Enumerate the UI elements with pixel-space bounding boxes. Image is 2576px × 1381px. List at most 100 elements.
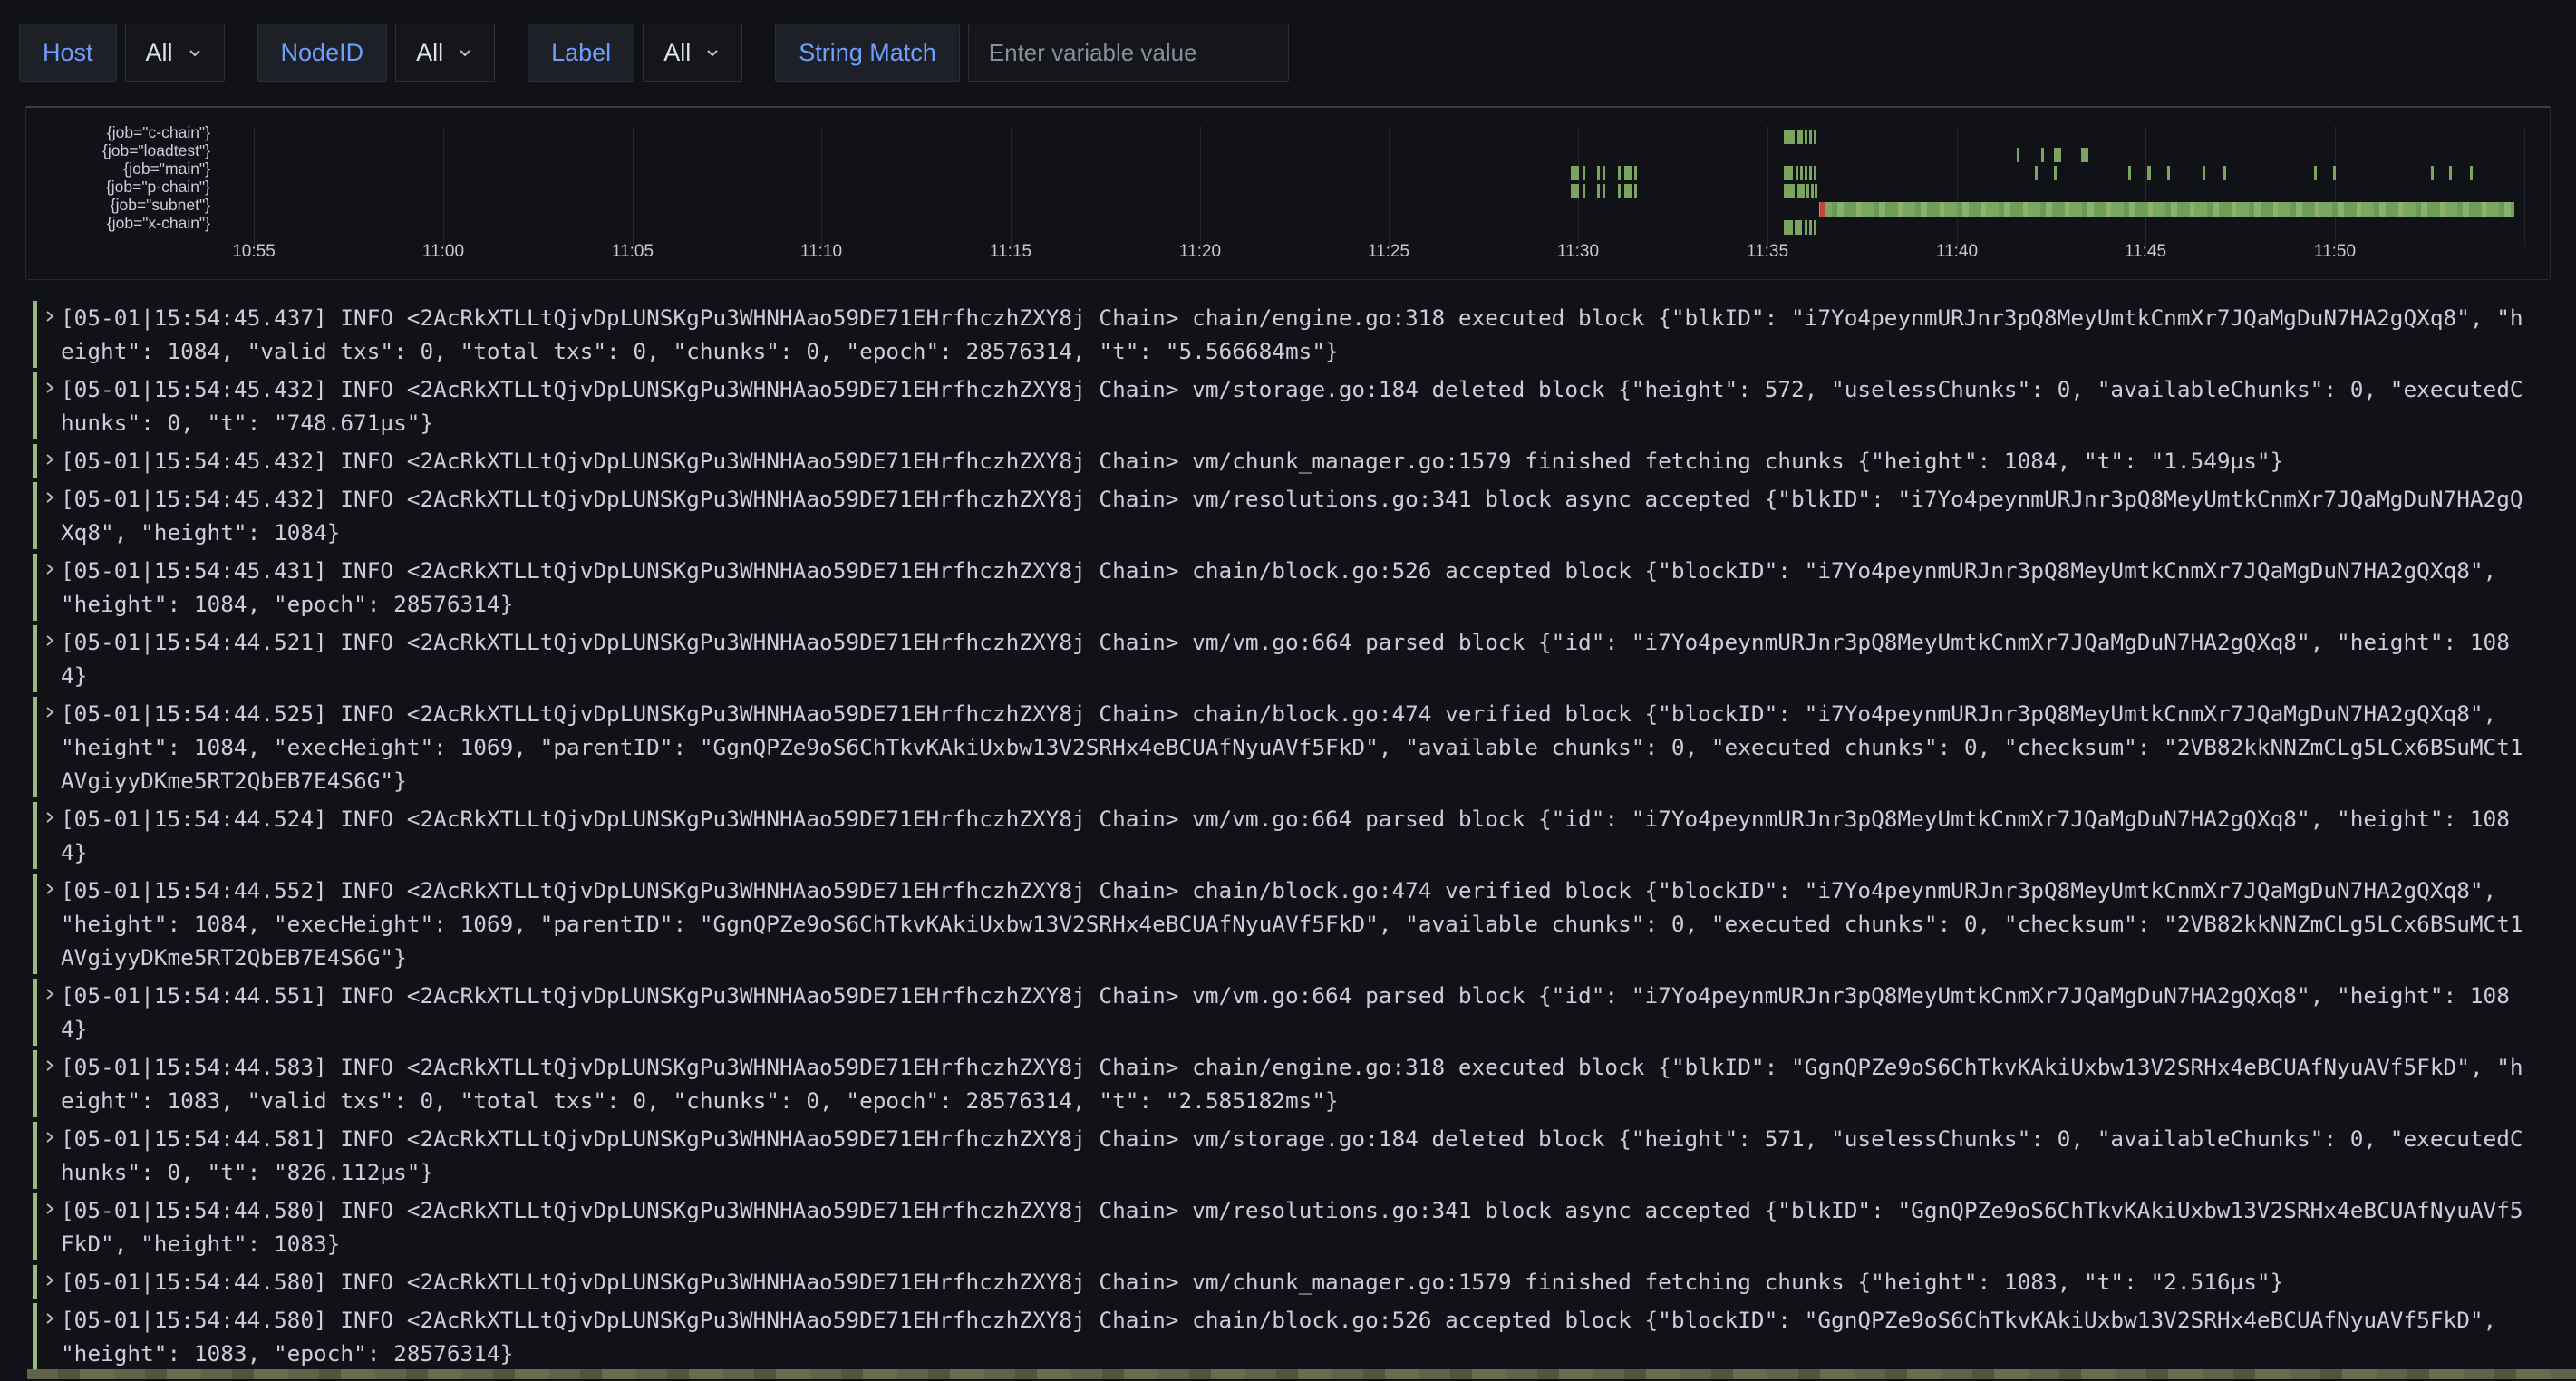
variable-bar-inner: Host All NodeID All Label All [19, 24, 1289, 82]
expand-chevron-icon[interactable] [43, 562, 57, 581]
variable-group-host: Host All [19, 24, 225, 82]
x-tick-label: 11:50 [2294, 242, 2376, 262]
expand-chevron-icon[interactable] [43, 452, 57, 471]
timeline-mark [1603, 184, 1605, 198]
legend-item[interactable]: {job="x-chain"} [16, 214, 210, 232]
grafana-logs-dashboard: { "toolbar": { "variables": [ { "label":… [0, 0, 2576, 1381]
timeline-mark [1784, 130, 1795, 144]
timeline-mark [1603, 166, 1605, 180]
x-tick-label: 11:05 [592, 242, 673, 262]
x-gridline [1767, 126, 1768, 246]
label-variable-dropdown[interactable]: All [643, 24, 742, 82]
expand-chevron-icon[interactable] [43, 381, 57, 400]
host-variable-dropdown[interactable]: All [125, 24, 225, 82]
x-gridline [1389, 126, 1390, 246]
timeline-mark [1797, 184, 1805, 198]
x-tick-label: 11:15 [970, 242, 1051, 262]
expand-chevron-icon[interactable] [43, 633, 57, 652]
timeline-mark [2041, 148, 2044, 162]
expand-chevron-icon[interactable] [43, 309, 57, 328]
legend-item[interactable]: {job="loadtest"} [16, 141, 210, 159]
log-row[interactable]: [05-01|15:54:44.551] INFO <2AcRkXTLLtQjv… [33, 979, 2535, 1046]
x-gridline [1011, 126, 1012, 246]
timeline-mark [1805, 166, 1807, 180]
horizontal-scrollbar[interactable] [27, 1369, 2576, 1379]
log-row[interactable]: [05-01|15:54:44.580] INFO <2AcRkXTLLtQjv… [33, 1193, 2535, 1260]
expand-chevron-icon[interactable] [43, 1273, 57, 1292]
legend-item[interactable]: {job="subnet"} [16, 196, 210, 214]
timeline-mark [1784, 166, 1793, 180]
legend-item[interactable]: {job="main"} [16, 159, 210, 178]
legend-item[interactable]: {job="p-chain"} [16, 178, 210, 196]
variable-bar: Host All NodeID All Label All [0, 0, 2576, 106]
expand-chevron-icon[interactable] [43, 1130, 57, 1149]
nodeid-variable-label: NodeID [257, 24, 388, 82]
log-row[interactable]: [05-01|15:54:44.581] INFO <2AcRkXTLLtQjv… [33, 1122, 2535, 1189]
timeline-mark [1814, 166, 1816, 180]
nodeid-variable-value: All [416, 39, 443, 67]
log-row[interactable]: [05-01|15:54:45.437] INFO <2AcRkXTLLtQjv… [33, 301, 2535, 368]
nodeid-variable-dropdown[interactable]: All [395, 24, 495, 82]
timeline-mark [2147, 166, 2151, 180]
expand-chevron-icon[interactable] [43, 987, 57, 1006]
timeline-mark [1815, 184, 1817, 198]
log-row[interactable]: [05-01|15:54:45.432] INFO <2AcRkXTLLtQjv… [33, 444, 2535, 478]
log-row[interactable]: [05-01|15:54:44.525] INFO <2AcRkXTLLtQjv… [33, 697, 2535, 797]
timeline-mark [1634, 166, 1637, 180]
log-line-text: [05-01|15:54:44.580] INFO <2AcRkXTLLtQjv… [61, 1193, 2535, 1260]
log-line-text: [05-01|15:54:44.525] INFO <2AcRkXTLLtQjv… [61, 697, 2535, 797]
timeline-mark [1618, 166, 1621, 180]
expand-chevron-icon[interactable] [43, 490, 57, 509]
timeline-mark [1618, 184, 1621, 198]
timeline-mark [1784, 184, 1795, 198]
expand-chevron-icon[interactable] [43, 882, 57, 901]
host-variable-value: All [146, 39, 173, 67]
string-match-input[interactable] [968, 24, 1289, 82]
log-row[interactable]: [05-01|15:54:44.521] INFO <2AcRkXTLLtQjv… [33, 625, 2535, 692]
x-tick-label: 11:30 [1537, 242, 1619, 262]
expand-chevron-icon[interactable] [43, 1311, 57, 1330]
log-line-text: [05-01|15:54:45.432] INFO <2AcRkXTLLtQjv… [61, 372, 2535, 439]
timeline-mark [2035, 166, 2038, 180]
x-gridline [1200, 126, 1201, 246]
timeline-mark [2314, 166, 2317, 180]
timeline-mark [2449, 166, 2452, 180]
log-row[interactable]: [05-01|15:54:45.432] INFO <2AcRkXTLLtQjv… [33, 482, 2535, 549]
log-row[interactable]: [05-01|15:54:44.552] INFO <2AcRkXTLLtQjv… [33, 874, 2535, 974]
log-volume-panel[interactable]: {job="c-chain"}{job="loadtest"}{job="mai… [0, 106, 2576, 284]
expand-chevron-icon[interactable] [43, 1202, 57, 1221]
timeline-mark [2167, 166, 2170, 180]
expand-chevron-icon[interactable] [43, 705, 57, 724]
chevron-down-icon [456, 43, 474, 62]
x-tick-label: 11:40 [1916, 242, 1998, 262]
expand-chevron-icon[interactable] [43, 1058, 57, 1077]
timeline-mark [2054, 148, 2061, 162]
string-match-label: String Match [775, 24, 960, 82]
legend-item[interactable]: {job="c-chain"} [16, 123, 210, 141]
timeline-mark [2128, 166, 2131, 180]
timeline-mark [1800, 166, 1803, 180]
timeline-mark [2333, 166, 2336, 180]
log-line-text: [05-01|15:54:45.432] INFO <2AcRkXTLLtQjv… [61, 482, 2535, 549]
timeline-mark [1597, 166, 1600, 180]
log-row[interactable]: [05-01|15:54:44.580] INFO <2AcRkXTLLtQjv… [33, 1265, 2535, 1299]
timeline-mark [1809, 130, 1812, 144]
log-list: [05-01|15:54:45.437] INFO <2AcRkXTLLtQjv… [0, 301, 2576, 1381]
timeline-mark [1583, 184, 1585, 198]
log-row[interactable]: [05-01|15:54:44.583] INFO <2AcRkXTLLtQjv… [33, 1050, 2535, 1117]
expand-chevron-icon[interactable] [43, 810, 57, 829]
log-row[interactable]: [05-01|15:54:44.524] INFO <2AcRkXTLLtQjv… [33, 802, 2535, 869]
x-tick-label: 11:10 [780, 242, 862, 262]
timeline-mark [1634, 184, 1637, 198]
chevron-down-icon [703, 43, 721, 62]
x-tick-label: 10:55 [213, 242, 295, 262]
timeline-mark [2470, 166, 2473, 180]
log-line-text: [05-01|15:54:44.551] INFO <2AcRkXTLLtQjv… [61, 979, 2535, 1046]
x-tick-label: 11:35 [1727, 242, 1808, 262]
log-row[interactable]: [05-01|15:54:45.432] INFO <2AcRkXTLLtQjv… [33, 372, 2535, 439]
timeline-mark [2054, 166, 2057, 180]
log-row[interactable]: [05-01|15:54:44.580] INFO <2AcRkXTLLtQjv… [33, 1303, 2535, 1370]
timeline-mark [1809, 166, 1812, 180]
log-row[interactable]: [05-01|15:54:45.431] INFO <2AcRkXTLLtQjv… [33, 554, 2535, 621]
x-tick-label: 11:00 [402, 242, 484, 262]
